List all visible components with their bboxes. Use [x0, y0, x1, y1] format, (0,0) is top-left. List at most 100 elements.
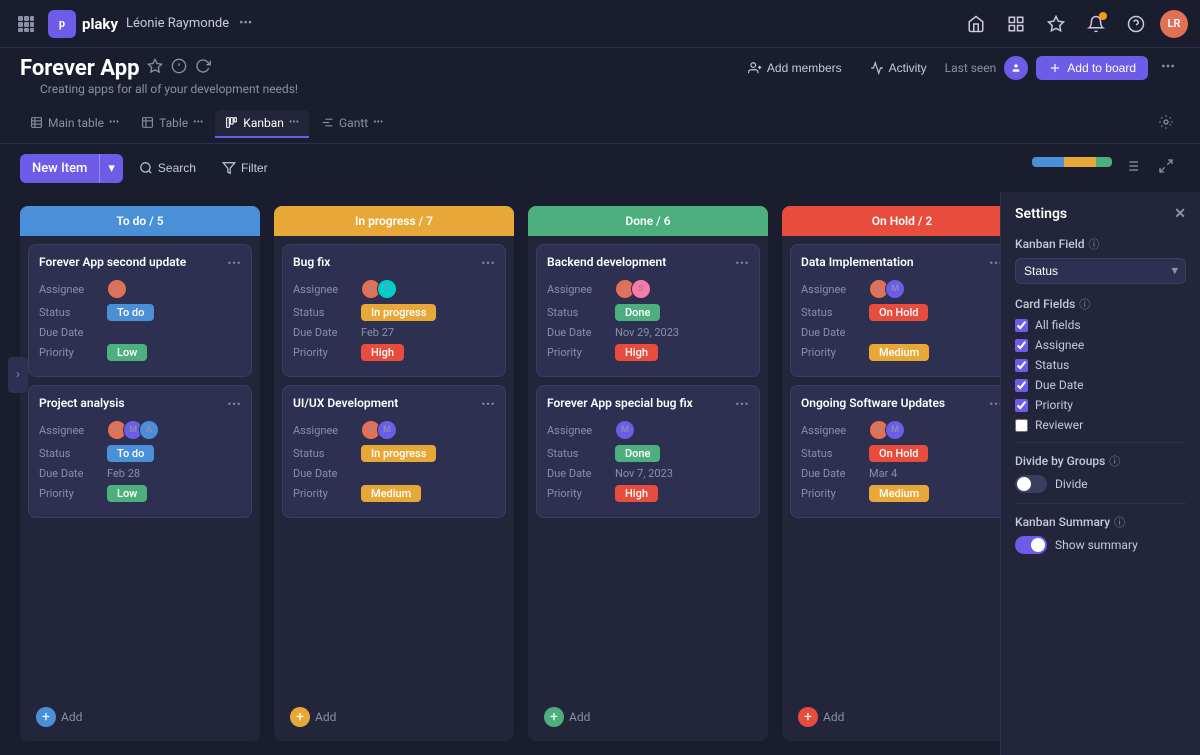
priority-badge[interactable]: High — [615, 344, 658, 361]
search-btn[interactable]: Search — [129, 155, 206, 181]
status-badge[interactable]: On Hold — [869, 445, 928, 462]
status-badge[interactable]: Done — [615, 445, 660, 462]
status-badge[interactable]: In progress — [361, 304, 436, 321]
priority-badge[interactable]: High — [361, 344, 404, 361]
card-field-status: Status On Hold — [801, 304, 1000, 321]
summary-info-icon[interactable]: ⓘ — [1114, 514, 1125, 530]
tab-table-more[interactable]: ••• — [193, 117, 203, 128]
new-item-btn[interactable]: New Item ▾ — [20, 154, 123, 183]
filter-btn[interactable]: Filter — [212, 155, 278, 181]
tab-gantt[interactable]: Gantt ••• — [311, 110, 393, 138]
nav-more-btn[interactable]: ••• — [239, 16, 252, 31]
divide-toggle[interactable] — [1015, 475, 1047, 493]
field-reviewer-checkbox[interactable] — [1015, 419, 1028, 432]
add-circle-icon: + — [290, 707, 310, 727]
duedate-label: Due Date — [547, 326, 615, 339]
priority-badge[interactable]: High — [615, 485, 658, 502]
apps-grid-icon-btn[interactable] — [1000, 8, 1032, 40]
activity-btn[interactable]: Activity — [860, 56, 937, 80]
collapse-btn[interactable] — [1152, 152, 1180, 184]
card-field-duedate: Due Date — [293, 467, 495, 480]
field-status-checkbox[interactable] — [1015, 359, 1028, 372]
field-duedate-checkbox[interactable] — [1015, 379, 1028, 392]
card-more-btn[interactable]: ⋯ — [227, 396, 241, 412]
priority-badge[interactable]: Medium — [869, 344, 929, 361]
tab-kanban[interactable]: Kanban ••• — [215, 110, 309, 138]
color-strip — [1032, 157, 1112, 167]
card-title: Forever App special bug fix ⋯ — [547, 396, 749, 412]
status-badge[interactable]: In progress — [361, 445, 436, 462]
tab-table-label: Table — [159, 116, 188, 130]
status-label: Status — [39, 447, 107, 460]
add-members-btn[interactable]: Add members — [738, 56, 852, 80]
view-settings-btn[interactable] — [1152, 108, 1180, 140]
notifications-icon-btn[interactable] — [1080, 8, 1112, 40]
card-backend: Backend development ⋯ Assignee L S Statu… — [536, 244, 760, 377]
user-avatar[interactable]: LR — [1160, 10, 1188, 38]
card-field-priority: Priority Medium — [801, 485, 1000, 502]
kanban-field-info-icon[interactable]: ⓘ — [1089, 236, 1100, 252]
project-subtitle: Creating apps for all of your developmen… — [20, 82, 1180, 104]
summary-toggle[interactable] — [1015, 536, 1047, 554]
done-add-btn[interactable]: + Add — [536, 701, 760, 733]
card-more-btn[interactable]: ⋯ — [481, 396, 495, 412]
settings-close-btn[interactable]: ✕ — [1174, 206, 1186, 222]
priority-badge[interactable]: Medium — [361, 485, 421, 502]
tab-main-table[interactable]: Main table ••• — [20, 110, 129, 138]
inprogress-add-btn[interactable]: + Add — [282, 701, 506, 733]
column-done: Done / 6 Backend development ⋯ Assignee … — [528, 206, 768, 741]
view-tabs: Main table ••• Table ••• Kanban ••• Gant… — [0, 104, 1200, 144]
logo[interactable]: p plaky — [48, 10, 118, 38]
field-priority-checkbox[interactable] — [1015, 399, 1028, 412]
col-onhold-header: On Hold / 2 — [782, 206, 1000, 236]
add-circle-icon: + — [36, 707, 56, 727]
field-status-label: Status — [1035, 358, 1069, 372]
project-more-btn[interactable] — [1156, 54, 1180, 82]
tab-table[interactable]: Table ••• — [131, 110, 213, 138]
tab-kanban-more[interactable]: ••• — [289, 117, 299, 128]
home-icon-btn[interactable] — [960, 8, 992, 40]
apps-icon[interactable] — [12, 10, 40, 38]
add-label: Add — [569, 710, 590, 724]
view-layout-btn[interactable] — [1118, 152, 1146, 184]
status-badge[interactable]: Done — [615, 304, 660, 321]
tab-main-table-more[interactable]: ••• — [109, 117, 119, 128]
card-more-btn[interactable]: ⋯ — [989, 396, 1000, 412]
status-badge[interactable]: On Hold — [869, 304, 928, 321]
card-field-status: Status On Hold — [801, 445, 1000, 462]
todo-add-btn[interactable]: + Add — [28, 701, 252, 733]
card-more-btn[interactable]: ⋯ — [735, 255, 749, 271]
field-all-fields-checkbox[interactable] — [1015, 319, 1028, 332]
divide-info-icon[interactable]: ⓘ — [1109, 453, 1120, 469]
card-more-btn[interactable]: ⋯ — [227, 255, 241, 271]
field-assignee-checkbox[interactable] — [1015, 339, 1028, 352]
star-icon-btn[interactable] — [1040, 8, 1072, 40]
card-more-btn[interactable]: ⋯ — [735, 396, 749, 412]
nav-username[interactable]: Léonie Raymonde — [126, 16, 229, 31]
duedate-value: Nov 7, 2023 — [615, 467, 673, 480]
info-btn[interactable] — [171, 58, 187, 78]
status-badge[interactable]: To do — [107, 445, 154, 462]
card-field-assignee: Assignee L T — [293, 279, 495, 299]
left-expand-btn[interactable]: › — [8, 357, 28, 393]
tab-gantt-label: Gantt — [339, 116, 368, 130]
card-field-assignee: Assignee L S — [547, 279, 749, 299]
refresh-btn[interactable] — [195, 58, 211, 78]
tab-gantt-more[interactable]: ••• — [373, 117, 383, 128]
priority-badge[interactable]: Low — [107, 485, 147, 502]
add-to-board-btn[interactable]: Add to board — [1036, 56, 1148, 80]
card-fields-info-icon[interactable]: ⓘ — [1079, 296, 1090, 312]
priority-badge[interactable]: Medium — [869, 485, 929, 502]
card-more-btn[interactable]: ⋯ — [481, 255, 495, 271]
priority-badge[interactable]: Low — [107, 344, 147, 361]
avatar: M — [377, 420, 397, 440]
kanban-field-select[interactable]: Status — [1015, 258, 1186, 284]
new-item-arrow[interactable]: ▾ — [99, 154, 123, 183]
status-badge[interactable]: To do — [107, 304, 154, 321]
onhold-add-btn[interactable]: + Add — [790, 701, 1000, 733]
assignee-label: Assignee — [39, 283, 107, 296]
help-icon-btn[interactable] — [1120, 8, 1152, 40]
favorite-star-btn[interactable] — [147, 58, 163, 78]
priority-label: Priority — [39, 346, 107, 359]
card-more-btn[interactable]: ⋯ — [989, 255, 1000, 271]
